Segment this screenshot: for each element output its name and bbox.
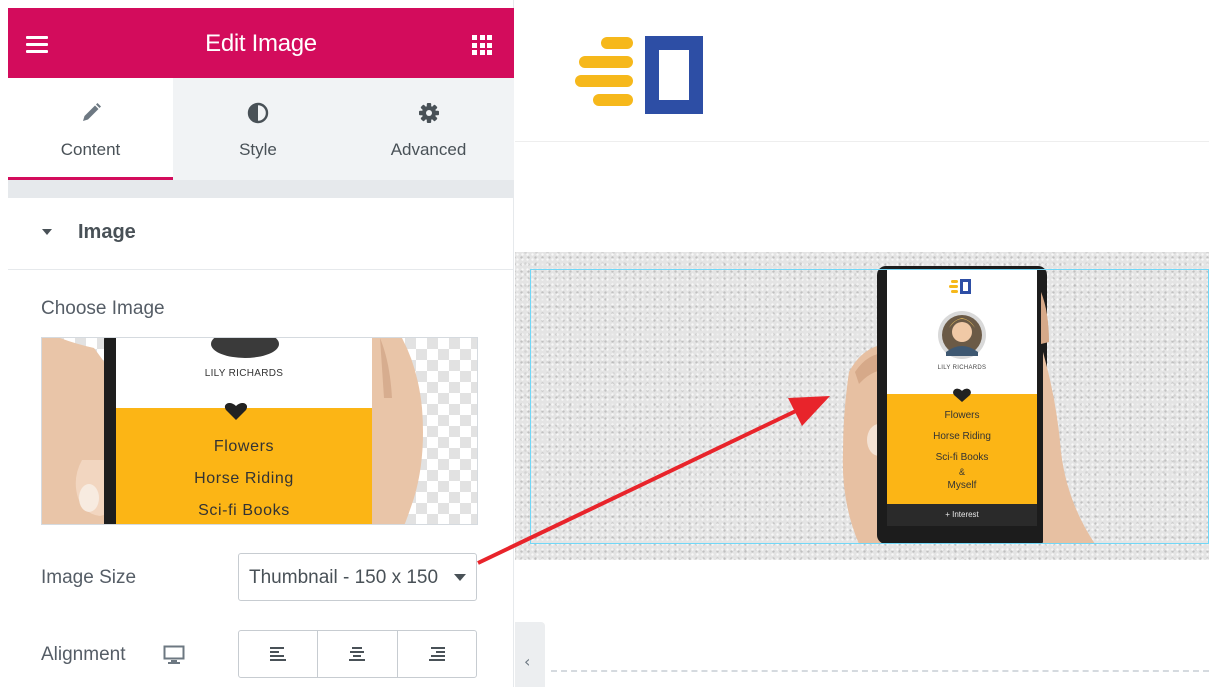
image-size-select[interactable]: Thumbnail - 150 x 150 <box>238 553 477 601</box>
preview-canvas: LILY RICHARDS Flowers Horse Riding Sci-f… <box>515 0 1209 687</box>
dropdown-arrow-icon <box>454 574 466 581</box>
align-right-button[interactable] <box>396 631 476 677</box>
widget-selection-outline <box>530 269 1209 544</box>
align-left-button[interactable] <box>239 631 317 677</box>
image-size-label: Image Size <box>41 567 137 588</box>
image-size-value: Thumbnail - 150 x 150 <box>249 567 439 588</box>
image-preview[interactable]: LILY RICHARDS Flowers Horse Riding Sci-f… <box>41 337 478 525</box>
desktop-icon[interactable] <box>163 645 185 665</box>
preview-interest: Horse Riding <box>194 470 294 487</box>
alignment-control <box>238 630 477 678</box>
preview-interest: Sci-fi Books <box>198 502 290 519</box>
collapse-panel-button[interactable]: ‹ <box>515 622 545 687</box>
panel-header: Edit Image <box>8 8 514 78</box>
contrast-icon <box>247 102 269 124</box>
tab-content-label: Content <box>60 140 121 159</box>
align-center-button[interactable] <box>317 631 396 677</box>
editor-window: Edit Image Content Style Advanced Image … <box>0 0 1209 687</box>
preview-phone-illustration <box>42 338 423 524</box>
site-logo[interactable] <box>575 36 707 116</box>
tab-style[interactable]: Style <box>173 78 343 180</box>
gear-icon <box>418 103 439 123</box>
align-center-icon <box>349 647 366 661</box>
section-title: Image <box>78 221 136 243</box>
editor-panel: Edit Image Content Style Advanced Image … <box>8 0 514 687</box>
chevron-left-icon: ‹ <box>524 652 531 671</box>
alignment-label: Alignment <box>41 644 126 665</box>
add-section-dashed-border <box>551 670 1209 672</box>
tab-style-label: Style <box>239 140 277 159</box>
panel-tabs: Content Style Advanced <box>8 78 514 180</box>
choose-image-label: Choose Image <box>41 298 165 319</box>
section-image-toggle[interactable]: Image <box>8 198 514 270</box>
panel-title: Edit Image <box>205 30 317 57</box>
align-right-icon <box>428 647 445 661</box>
preview-name: LILY RICHARDS <box>204 368 284 379</box>
widgets-grid-icon[interactable] <box>472 35 492 55</box>
tab-advanced[interactable]: Advanced <box>343 78 514 180</box>
caret-down-icon <box>42 229 52 235</box>
align-left-icon <box>270 647 287 661</box>
pencil-icon <box>82 103 101 121</box>
site-header <box>515 0 1209 142</box>
tabs-divider <box>8 180 514 198</box>
tab-advanced-label: Advanced <box>390 140 467 159</box>
preview-interest: Flowers <box>213 438 275 455</box>
tab-content[interactable]: Content <box>8 78 173 180</box>
